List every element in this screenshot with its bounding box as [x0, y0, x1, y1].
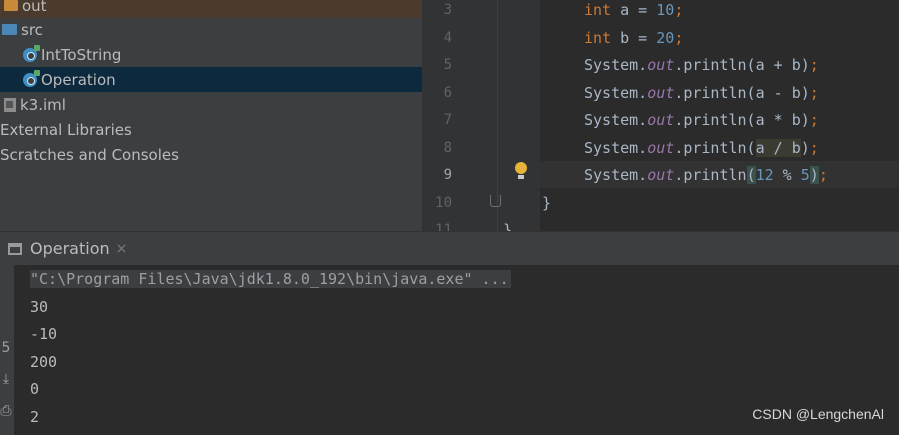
line-number: 4	[443, 30, 452, 46]
tree-item-label: IntToString	[41, 45, 122, 64]
tree-item-inttostring[interactable]: IntToString	[0, 42, 422, 67]
line-number: 6	[443, 85, 452, 101]
console-command-line: "C:\Program Files\Java\jdk1.8.0_192\bin\…	[30, 270, 511, 288]
tree-item-external-libraries[interactable]: External Libraries	[0, 117, 422, 142]
java-class-icon	[23, 44, 40, 62]
line-number: 10	[435, 195, 452, 211]
code-line-10: }	[542, 194, 552, 212]
console-output-line: 2	[30, 408, 40, 426]
run-tab-operation[interactable]: Operation ×	[0, 232, 135, 265]
code-line-4: int b = 20;	[584, 29, 684, 47]
code-line-6: System.out.println(a - b);	[584, 84, 819, 102]
tree-item-label: k3.iml	[20, 95, 66, 114]
tree-item-label: Operation	[41, 70, 116, 89]
java-class-icon	[23, 69, 40, 87]
close-icon[interactable]: ×	[116, 241, 128, 257]
tree-item-scratches[interactable]: Scratches and Consoles	[0, 142, 422, 167]
scroll-to-end-icon[interactable]: ⤓	[0, 371, 12, 387]
tree-item-label: Scratches and Consoles	[0, 145, 179, 164]
tree-item-label: out	[22, 0, 47, 15]
module-file-icon	[4, 97, 16, 112]
code-line-8: System.out.println(a / b);	[584, 139, 819, 157]
console-icon	[8, 242, 22, 255]
project-tree: out src IntToString Operation k3.iml Ext…	[0, 0, 422, 231]
console-output-line: 200	[30, 353, 58, 371]
line-number: 3	[443, 2, 452, 18]
line-number: 5	[443, 57, 452, 73]
line-number: 9	[443, 167, 452, 183]
console-output-line: -10	[30, 325, 58, 343]
print-icon[interactable]: ⎙	[0, 403, 12, 419]
console-output-line: 30	[30, 298, 49, 316]
folder-orange-icon	[4, 0, 18, 11]
tree-item-out[interactable]: out	[0, 0, 422, 18]
rerun-icon[interactable]: 5	[0, 340, 12, 356]
code-line-5: System.out.println(a + b);	[584, 56, 819, 74]
tree-item-operation[interactable]: Operation	[0, 67, 422, 92]
folder-blue-icon	[2, 24, 17, 35]
watermark: CSDN @LengchenAl	[752, 406, 884, 422]
tree-item-label: External Libraries	[0, 120, 132, 139]
line-number: 7	[443, 112, 452, 128]
run-tab-label: Operation	[30, 239, 110, 258]
code-line-7: System.out.println(a * b);	[584, 111, 819, 129]
tree-item-src[interactable]: src	[0, 17, 422, 42]
fold-icon[interactable]	[490, 195, 501, 207]
run-toolbar: 5 ⤓ ⎙	[0, 265, 14, 435]
line-number: 8	[443, 140, 452, 156]
lightbulb-icon[interactable]	[514, 162, 528, 182]
run-tool-window-header: Operation ×	[0, 231, 899, 265]
console-output-line: 0	[30, 380, 40, 398]
tree-item-k3-iml[interactable]: k3.iml	[0, 92, 422, 117]
code-line-9: System.out.println(12 % 5);	[584, 166, 828, 184]
tree-item-label: src	[21, 20, 43, 39]
code-line-3: int a = 10;	[584, 1, 684, 19]
